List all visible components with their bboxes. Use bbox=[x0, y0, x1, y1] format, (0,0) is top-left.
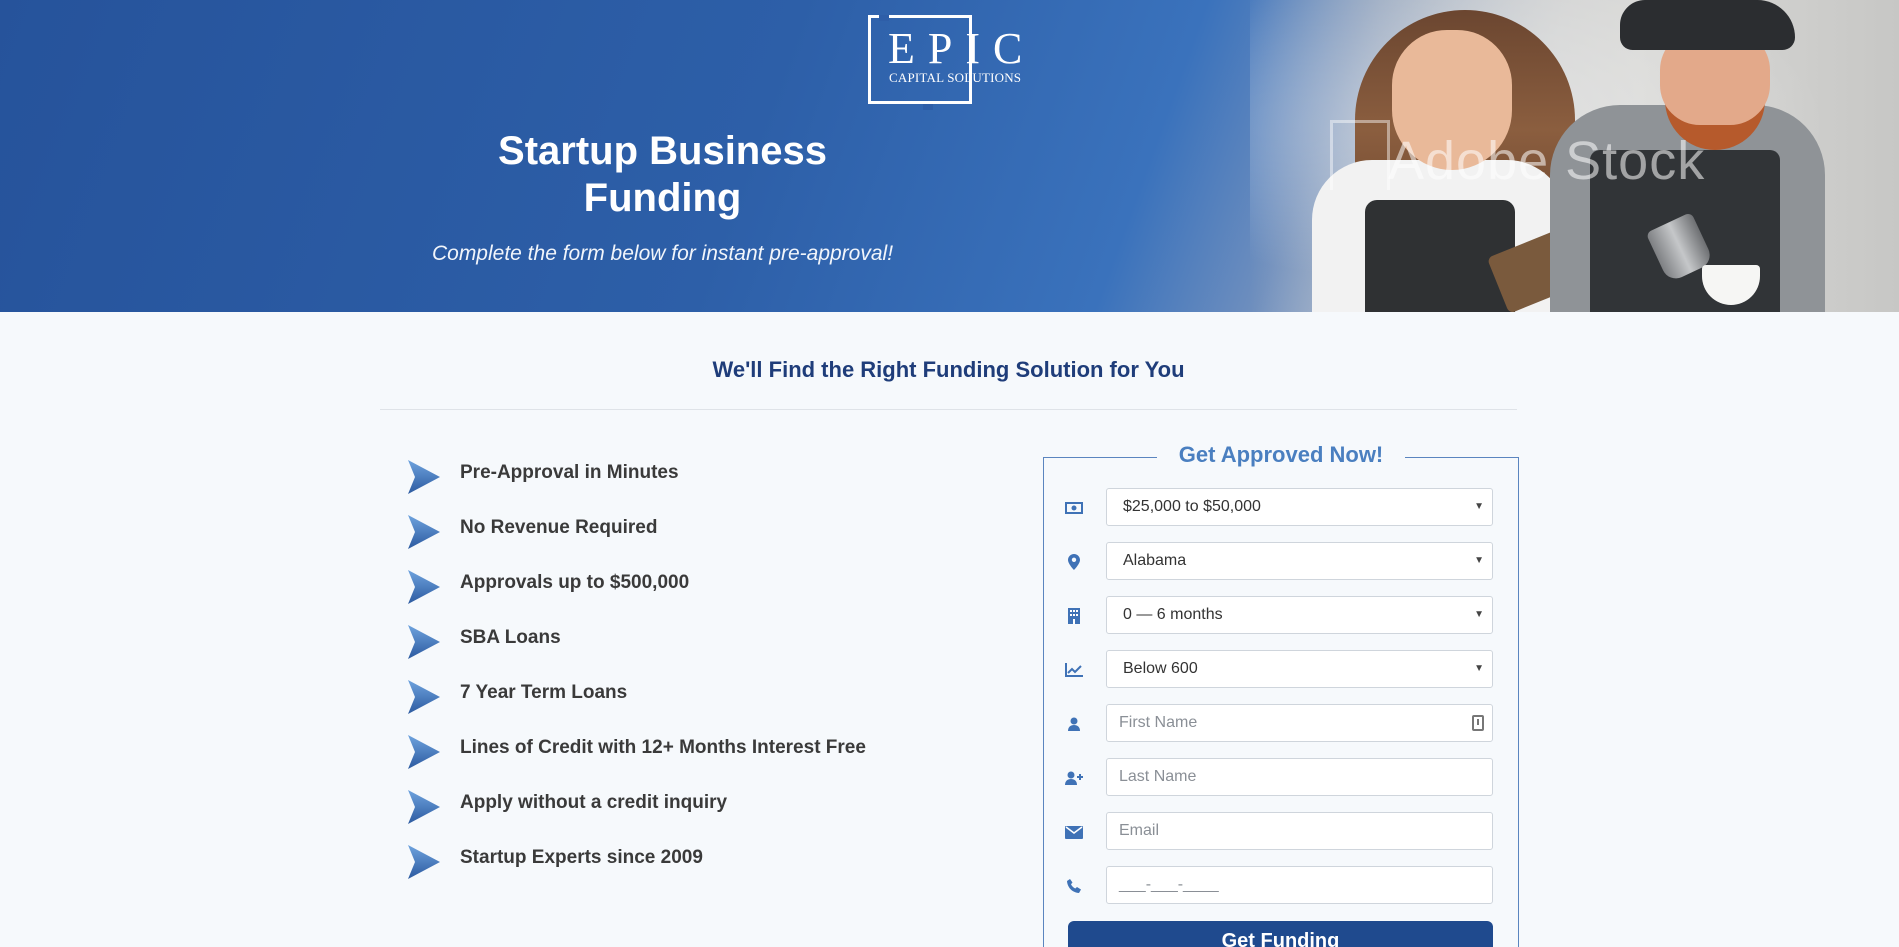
building-icon bbox=[1060, 606, 1088, 626]
hero-subtitle: Complete the form below for instant pre-… bbox=[431, 242, 894, 265]
list-item: No Revenue Required bbox=[408, 513, 1008, 568]
divider bbox=[380, 409, 1517, 410]
feature-label: Approvals up to $500,000 bbox=[460, 572, 690, 593]
feature-label: Pre-Approval in Minutes bbox=[460, 462, 679, 483]
arrow-bullet-icon bbox=[408, 790, 440, 824]
email-input[interactable]: Email bbox=[1106, 812, 1493, 850]
last-name-placeholder: Last Name bbox=[1119, 768, 1197, 785]
arrow-bullet-icon bbox=[408, 845, 440, 879]
funding-amount-select[interactable]: $25,000 to $50,000 ▼ bbox=[1106, 488, 1493, 526]
list-item: Apply without a credit inquiry bbox=[408, 788, 1008, 843]
credit-score-select[interactable]: Below 600 ▼ bbox=[1106, 650, 1493, 688]
state-select[interactable]: Alabama ▼ bbox=[1106, 542, 1493, 580]
arrow-bullet-icon bbox=[408, 680, 440, 714]
page-title: Startup Business Funding bbox=[498, 129, 827, 220]
map-marker-icon bbox=[1060, 552, 1088, 572]
state-row: Alabama ▼ bbox=[1060, 542, 1493, 582]
arrow-bullet-icon bbox=[408, 570, 440, 604]
feature-label: Lines of Credit with 12+ Months Interest… bbox=[460, 737, 866, 758]
credit-row: Below 600 ▼ bbox=[1060, 650, 1493, 690]
email-placeholder: Email bbox=[1119, 822, 1160, 839]
phone-input[interactable]: ___-___-____ bbox=[1106, 866, 1493, 904]
hero-banner: Adobe Stock EPIC CAPITAL SOLUTIONS Start… bbox=[0, 0, 1899, 312]
list-item: SBA Loans bbox=[408, 623, 1008, 678]
epic-logo[interactable]: EPIC CAPITAL SOLUTIONS bbox=[868, 15, 1028, 110]
user-plus-icon bbox=[1060, 768, 1088, 788]
amount-row: $25,000 to $50,000 ▼ bbox=[1060, 488, 1493, 528]
list-item: Lines of Credit with 12+ Months Interest… bbox=[408, 733, 1008, 788]
feature-label: Apply without a credit inquiry bbox=[460, 792, 728, 813]
time-row: 0 — 6 months ▼ bbox=[1060, 596, 1493, 636]
first-name-input[interactable]: First Name bbox=[1106, 704, 1493, 742]
form-legend: Get Approved Now! bbox=[1157, 442, 1405, 474]
envelope-icon bbox=[1060, 822, 1088, 842]
arrow-bullet-icon bbox=[408, 515, 440, 549]
funding-amount-value: $25,000 to $50,000 bbox=[1123, 498, 1261, 515]
arrow-bullet-icon bbox=[408, 735, 440, 769]
get-funding-button[interactable]: Get Funding bbox=[1068, 921, 1493, 947]
time-in-business-value: 0 — 6 months bbox=[1123, 606, 1223, 623]
email-row: Email bbox=[1060, 812, 1493, 852]
photo-man-hat bbox=[1620, 0, 1795, 50]
user-icon bbox=[1060, 714, 1088, 734]
list-item: Startup Experts since 2009 bbox=[408, 843, 1008, 898]
chevron-down-icon: ▼ bbox=[1474, 555, 1484, 566]
feature-list: Pre-Approval in Minutes No Revenue Requi… bbox=[408, 458, 1008, 898]
logo-subtitle: CAPITAL SOLUTIONS bbox=[889, 70, 1022, 85]
arrow-bullet-icon bbox=[408, 460, 440, 494]
time-in-business-select[interactable]: 0 — 6 months ▼ bbox=[1106, 596, 1493, 634]
list-item: Approvals up to $500,000 bbox=[408, 568, 1008, 623]
phone-row: ___-___-____ bbox=[1060, 866, 1493, 906]
line-chart-icon bbox=[1060, 660, 1088, 680]
list-item: Pre-Approval in Minutes bbox=[408, 458, 1008, 513]
watermark-logo-icon bbox=[1330, 120, 1390, 190]
first-name-row: First Name bbox=[1060, 704, 1493, 744]
last-name-input[interactable]: Last Name bbox=[1106, 758, 1493, 796]
credit-score-value: Below 600 bbox=[1123, 660, 1198, 677]
phone-icon bbox=[1060, 876, 1088, 896]
logo-word: EPIC bbox=[888, 24, 1036, 73]
feature-label: No Revenue Required bbox=[460, 517, 658, 538]
watermark-text: Adobe Stock bbox=[1388, 131, 1706, 191]
first-name-placeholder: First Name bbox=[1119, 714, 1198, 731]
list-item: 7 Year Term Loans bbox=[408, 678, 1008, 733]
feature-label: SBA Loans bbox=[460, 627, 561, 648]
last-name-row: Last Name bbox=[1060, 758, 1493, 798]
phone-placeholder: ___-___-____ bbox=[1119, 876, 1219, 893]
autofill-icon[interactable] bbox=[1472, 715, 1484, 731]
feature-label: Startup Experts since 2009 bbox=[460, 847, 703, 868]
chevron-down-icon: ▼ bbox=[1474, 609, 1484, 620]
chevron-down-icon: ▼ bbox=[1474, 663, 1484, 674]
state-value: Alabama bbox=[1123, 552, 1187, 569]
chevron-down-icon: ▼ bbox=[1474, 501, 1484, 512]
feature-label: 7 Year Term Loans bbox=[460, 682, 628, 703]
section-heading: We'll Find the Right Funding Solution fo… bbox=[712, 357, 1185, 382]
money-icon bbox=[1060, 498, 1088, 518]
arrow-bullet-icon bbox=[408, 625, 440, 659]
